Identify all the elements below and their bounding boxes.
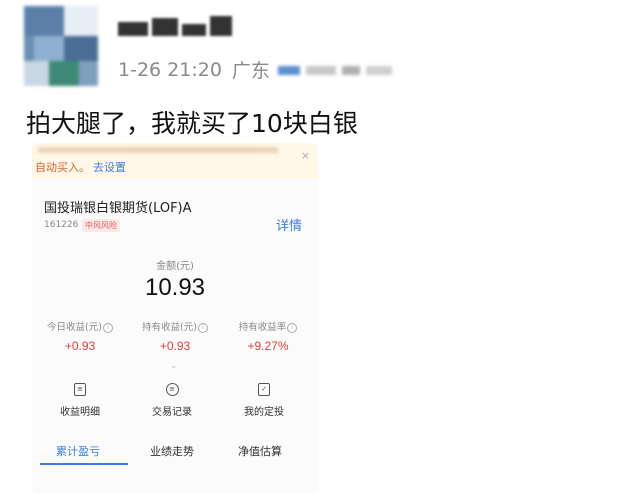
stat-label: 持有收益(元) bbox=[142, 322, 197, 333]
avatar[interactable] bbox=[24, 6, 98, 86]
stat-label: 今日收益(元) bbox=[47, 322, 102, 333]
close-icon[interactable]: × bbox=[301, 149, 310, 162]
stat-holding-earnings: 持有收益(元) i +0.93 bbox=[127, 319, 223, 353]
record-icon: ≡ bbox=[165, 383, 179, 396]
post-meta: 1-26 21:20 广东 bbox=[118, 56, 398, 83]
stat-value: +9.27% bbox=[247, 339, 289, 353]
fund-card-screenshot: 自动买入。 去设置 × 国投瑞银白银期货(LOF)A 161226 中风风险 详情… bbox=[32, 143, 318, 493]
detail-link[interactable]: 详情 bbox=[276, 215, 302, 234]
chart-tabs: 累计盈亏 业绩走势 净值估算 bbox=[32, 435, 318, 469]
fund-name: 国投瑞银白银期货(LOF)A bbox=[44, 201, 192, 216]
banner-faded-text bbox=[38, 147, 278, 153]
banner-settings-link[interactable]: 去设置 bbox=[93, 161, 126, 174]
action-label: 收益明细 bbox=[60, 407, 100, 418]
chevron-down-icon[interactable]: ⌄ bbox=[170, 361, 178, 371]
post-text: 拍大腿了，我就买了10块白银 bbox=[26, 109, 358, 138]
action-label: 我的定投 bbox=[244, 407, 284, 418]
stat-holding-rate: 持有收益率 i +9.27% bbox=[220, 319, 316, 353]
my-plan-button[interactable]: ✓ 我的定投 bbox=[216, 383, 312, 418]
amount-label: 金额(元) bbox=[156, 261, 194, 272]
banner-text: 自动买入。 bbox=[35, 161, 90, 174]
info-icon[interactable]: i bbox=[197, 322, 208, 333]
info-icon[interactable]: i bbox=[102, 322, 113, 333]
action-label: 交易记录 bbox=[152, 407, 192, 418]
username-blurred[interactable] bbox=[118, 14, 238, 44]
stat-today-earnings: 今日收益(元) i +0.93 bbox=[32, 319, 128, 353]
tab-performance-trend[interactable]: 业绩走势 bbox=[150, 443, 194, 459]
active-tab-indicator bbox=[40, 463, 128, 465]
stat-value: +0.93 bbox=[64, 339, 96, 353]
meta-blurred bbox=[277, 62, 398, 78]
auto-buy-banner: 自动买入。 去设置 × bbox=[32, 143, 318, 179]
calendar-check-icon: ✓ bbox=[258, 383, 270, 396]
tab-nav-estimate[interactable]: 净值估算 bbox=[238, 443, 282, 459]
post-location: 广东 bbox=[231, 60, 270, 82]
tab-cumulative-pnl[interactable]: 累计盈亏 bbox=[56, 443, 100, 459]
stat-value: +0.93 bbox=[159, 339, 191, 353]
amount-value: 10.93 bbox=[144, 274, 206, 301]
transaction-record-button[interactable]: ≡ 交易记录 bbox=[124, 383, 220, 418]
fund-code: 161226 bbox=[44, 220, 79, 230]
info-icon[interactable]: i bbox=[287, 322, 298, 333]
post-timestamp: 1-26 21:20 bbox=[118, 58, 222, 81]
earnings-detail-button[interactable]: ≡ 收益明细 bbox=[32, 383, 128, 418]
stat-label: 持有收益率 bbox=[238, 322, 287, 333]
risk-badge: 中风风险 bbox=[82, 219, 120, 232]
document-icon: ≡ bbox=[74, 383, 86, 396]
